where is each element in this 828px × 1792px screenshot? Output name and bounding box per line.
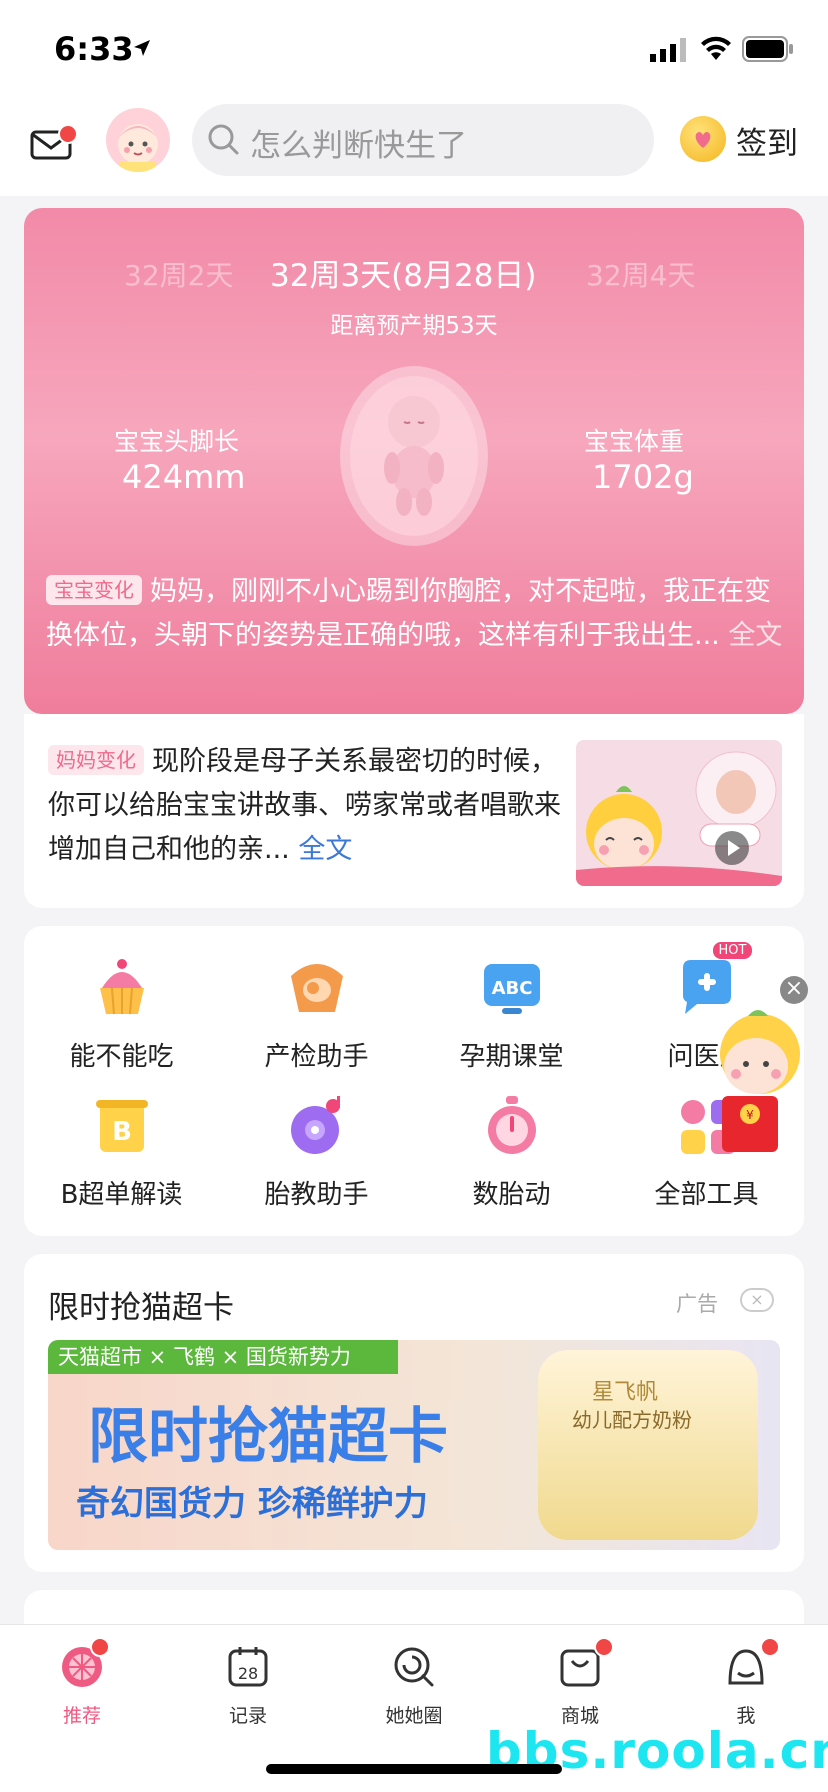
tab-badge-dot — [90, 1637, 110, 1657]
product-can-image: 星飞帆 幼儿配方奶粉 — [538, 1350, 758, 1540]
ad-title: 限时抢猫超卡 — [48, 1290, 234, 1326]
tool-label: 产检助手 — [264, 1042, 369, 1072]
tool-label: 全部工具 — [654, 1180, 759, 1210]
svg-text:¥: ¥ — [746, 1108, 754, 1122]
tab-mall[interactable]: 商城 — [520, 1637, 640, 1728]
cellular-signal-icon — [650, 38, 686, 62]
tools-grid: 能不能吃 产检助手 ABC 孕期课堂 HOT 问医生 B B超单解读 胎教助手 … — [24, 926, 804, 1236]
ad-banner[interactable]: 天猫超市 × 飞鹤 × 国货新势力 限时抢猫超卡 奇幻国货力 珍稀鲜护力 星飞帆… — [48, 1340, 780, 1550]
b-scroll-icon: B — [95, 1100, 148, 1152]
baby-change-text[interactable]: 宝宝变化 妈妈，刚刚不小心踢到你胸腔，对不起啦，我正在变换体位，头朝下的姿势是正确… — [46, 570, 786, 658]
weight-label: 宝宝体重 — [584, 427, 685, 456]
status-bar: 6:33 — [0, 0, 828, 96]
tool-label: 胎教助手 — [264, 1180, 369, 1210]
ad-card[interactable]: 限时抢猫超卡 广告 × 天猫超市 × 飞鹤 × 国货新势力 限时抢猫超卡 奇幻国… — [24, 1254, 804, 1572]
mail-button[interactable] — [30, 122, 78, 162]
product-brand: 星飞帆 — [592, 1380, 659, 1405]
search-placeholder: 怎么判断快生了 — [250, 128, 467, 164]
notification-dot — [58, 124, 78, 144]
tool-prenatal-education[interactable]: 胎教助手 — [219, 1094, 414, 1211]
weight-value: 1702g — [592, 458, 694, 496]
tool-label: 数胎动 — [472, 1180, 551, 1210]
tool-checkup-assistant[interactable]: 产检助手 — [219, 956, 414, 1073]
search-input[interactable]: 怎么判断快生了 — [192, 104, 654, 176]
mom-change-tag: 妈妈变化 — [48, 745, 144, 775]
ad-label: 广告 — [676, 1292, 718, 1316]
ultrasound-icon — [290, 964, 343, 1012]
clock: 6:33 — [54, 30, 134, 68]
svg-text:B: B — [112, 1117, 132, 1147]
checkin-coin-icon[interactable] — [680, 116, 726, 162]
week-prev[interactable]: 32周2天 — [124, 254, 233, 294]
calendar-day: 28 — [238, 1664, 258, 1683]
close-float-button[interactable]: × — [780, 976, 808, 1004]
tab-label: 她她圈 — [385, 1705, 443, 1727]
abc-board-icon: ABC — [483, 964, 540, 1014]
baby-avatar-icon — [118, 124, 158, 172]
tab-community[interactable]: 她她圈 — [354, 1643, 474, 1728]
music-disc-icon — [290, 1096, 340, 1154]
baby-read-more-link[interactable]: 全文 — [728, 620, 782, 651]
tool-kick-counter[interactable]: 数胎动 — [414, 1094, 609, 1211]
wifi-icon — [701, 36, 731, 60]
tool-label: 孕期课堂 — [459, 1042, 564, 1072]
mom-video-thumbnail[interactable] — [576, 740, 782, 886]
tool-label: 能不能吃 — [69, 1042, 174, 1072]
cupcake-icon — [99, 959, 144, 1015]
tab-badge-dot — [594, 1637, 614, 1657]
location-arrow-icon — [134, 40, 150, 56]
close-ad-button[interactable]: × — [740, 1288, 774, 1312]
tab-recommend[interactable]: 推荐 — [22, 1637, 142, 1728]
ad-banner-headline: 限时抢猫超卡 — [88, 1402, 448, 1472]
pregnancy-card[interactable]: 32周2天 32周3天(8月28日) 32周4天 距离预产期53天 宝宝头脚长 … — [24, 208, 804, 714]
tool-can-eat[interactable]: 能不能吃 — [24, 956, 219, 1073]
community-swirl-icon — [394, 1647, 434, 1687]
tab-label: 记录 — [228, 1705, 267, 1727]
top-bar: 怎么判断快生了 签到 — [0, 96, 828, 196]
due-countdown: 距离预产期53天 — [330, 313, 498, 339]
calendar-icon: 28 — [228, 1647, 268, 1687]
ad-banner-strip: 天猫超市 × 飞鹤 × 国货新势力 — [48, 1340, 398, 1374]
battery-icon — [742, 36, 793, 62]
play-icon[interactable] — [714, 830, 750, 866]
home-indicator[interactable] — [266, 1764, 562, 1774]
tab-label: 推荐 — [62, 1705, 101, 1727]
mom-change-text: 妈妈变化 现阶段是母子关系最密切的时候，你可以给胎宝宝讲故事、唠家常或者唱歌来增加… — [48, 740, 568, 872]
mom-change-card[interactable]: 妈妈变化 现阶段是母子关系最密切的时候，你可以给胎宝宝讲故事、唠家常或者唱歌来增加… — [24, 714, 804, 908]
red-packet-mascot-icon[interactable]: ¥ — [706, 1006, 818, 1156]
baby-change-body: 妈妈，刚刚不小心踢到你胸腔，对不起啦，我正在变换体位，头朝下的姿势是正确的哦，这… — [46, 576, 771, 651]
checkin-button[interactable]: 签到 — [736, 118, 798, 163]
tool-ultrasound-reading[interactable]: B B超单解读 — [24, 1094, 219, 1211]
avatar[interactable] — [106, 108, 170, 172]
tool-label: B超单解读 — [60, 1180, 183, 1210]
mascot-illustration — [576, 751, 782, 886]
stopwatch-icon — [487, 1096, 536, 1154]
tool-pregnancy-class[interactable]: ABC 孕期课堂 — [414, 956, 609, 1073]
product-name: 幼儿配方奶粉 — [572, 1408, 692, 1432]
tab-record[interactable]: 28 记录 — [188, 1643, 308, 1728]
search-icon — [208, 124, 239, 155]
ad-banner-subline: 奇幻国货力 珍稀鲜护力 — [76, 1484, 428, 1524]
length-value: 424mm — [122, 458, 246, 496]
mom-read-more-link[interactable]: 全文 — [298, 834, 352, 865]
tab-badge-dot — [760, 1637, 780, 1657]
week-next[interactable]: 32周4天 — [586, 254, 695, 294]
fetus-illustration — [340, 366, 488, 546]
hot-badge: HOT — [712, 942, 753, 959]
svg-text:ABC: ABC — [491, 978, 532, 999]
length-label: 宝宝头脚长 — [114, 427, 240, 456]
baby-change-tag: 宝宝变化 — [46, 575, 142, 605]
week-current[interactable]: 32周3天(8月28日) — [270, 250, 537, 295]
tab-me[interactable]: 我 — [686, 1637, 806, 1728]
